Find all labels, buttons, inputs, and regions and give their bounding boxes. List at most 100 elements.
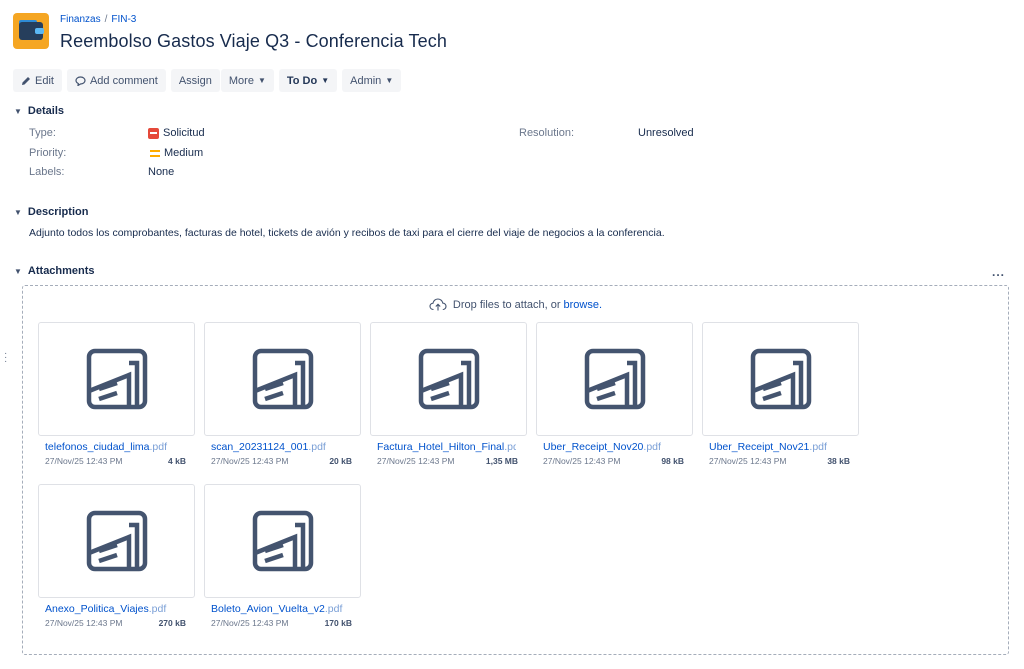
attachment-filename[interactable]: Factura_Hotel_Hilton_Final.pdf [370, 441, 516, 453]
attachment-filename[interactable]: Boleto_Avion_Vuelta_v2.pdf [204, 603, 350, 615]
attachment-card[interactable]: Boleto_Avion_Vuelta_v2.pdf 27/Nov/25 12:… [204, 484, 361, 628]
browse-link[interactable]: browse. [564, 299, 603, 311]
document-icon [252, 510, 313, 572]
attachment-size: 38 kB [827, 456, 850, 466]
document-icon [86, 348, 147, 410]
attachment-size: 4 kB [168, 456, 186, 466]
attachment-date: 27/Nov/25 12:43 PM [45, 456, 123, 466]
attachment-filename[interactable]: scan_20231124_001.pdf [204, 441, 350, 453]
attachment-filename[interactable]: Uber_Receipt_Nov20.pdf [536, 441, 682, 453]
drag-handle-icon[interactable]: · · · [4, 349, 7, 367]
labels-value[interactable]: None [148, 166, 174, 178]
attachment-meta: 27/Nov/25 12:43 PM 170 kB [204, 618, 361, 628]
attachment-basename: telefonos_ciudad_lima [45, 441, 150, 453]
attachment-thumbnail[interactable] [204, 484, 361, 598]
description-text[interactable]: Adjunto todos los comprobantes, facturas… [29, 227, 665, 239]
attachment-basename: Uber_Receipt_Nov20 [543, 441, 644, 453]
description-heading: Description [27, 206, 89, 218]
drop-text: Drop files to attach, or [452, 298, 561, 311]
attachments-section-toggle[interactable]: ▼ Attachments [14, 265, 95, 277]
attachment-thumbnail[interactable] [702, 322, 859, 436]
wallet-clasp [35, 28, 44, 34]
attachment-meta: 27/Nov/25 12:43 PM 98 kB [536, 456, 693, 466]
attachment-card[interactable]: Uber_Receipt_Nov21.pdf 27/Nov/25 12:43 P… [702, 322, 859, 466]
attachment-thumbnail[interactable] [204, 322, 361, 436]
attachment-extension: .pdf [504, 441, 516, 453]
priority-value: Medium [150, 147, 203, 159]
attachments-more-options[interactable]: ... [992, 265, 1005, 279]
attachment-basename: Uber_Receipt_Nov21 [709, 441, 810, 453]
attachment-extension: .pdf [308, 441, 326, 453]
resolution-label: Resolution: [519, 127, 575, 139]
attachment-basename: Factura_Hotel_Hilton_Final [377, 441, 505, 453]
attachment-card[interactable]: Factura_Hotel_Hilton_Final.pdf 27/Nov/25… [370, 322, 527, 466]
project-avatar[interactable] [13, 13, 49, 49]
attachment-thumbnail[interactable] [38, 484, 195, 598]
attachment-card[interactable]: Anexo_Politica_Viajes.pdf 27/Nov/25 12:4… [38, 484, 195, 628]
more-label: More [228, 74, 254, 87]
assign-more-group: Assign More ▼ [170, 69, 274, 92]
type-value: Solicitud [148, 127, 205, 139]
breadcrumb-project-link[interactable]: Finanzas [60, 14, 101, 25]
breadcrumb-separator: / [104, 14, 108, 25]
attachment-meta: 27/Nov/25 12:43 PM 1,35 MB [370, 456, 527, 466]
priority-label: Priority: [29, 147, 67, 159]
add-comment-label: Add comment [89, 74, 158, 87]
request-type-icon [148, 127, 159, 139]
document-icon [418, 348, 479, 410]
description-section-toggle[interactable]: ▼ Description [14, 206, 88, 218]
assign-button[interactable]: Assign [170, 69, 220, 92]
drop-message: Drop files to attach, or browse. [23, 298, 1008, 311]
chevron-down-icon: ▼ [14, 106, 22, 116]
details-section-toggle[interactable]: ▼ Details [14, 105, 64, 117]
attachment-basename: scan_20231124_001 [211, 441, 309, 453]
admin-dropdown[interactable]: Admin ▼ [342, 69, 402, 92]
attachment-date: 27/Nov/25 12:43 PM [211, 456, 289, 466]
chevron-down-icon: ▼ [321, 76, 330, 85]
attachment-card[interactable]: telefonos_ciudad_lima.pdf 27/Nov/25 12:4… [38, 322, 195, 466]
attachment-extension: .pdf [149, 441, 168, 453]
status-dropdown[interactable]: To Do ▼ [278, 69, 338, 92]
add-comment-button[interactable]: Add comment [66, 69, 166, 92]
pencil-icon [22, 76, 30, 85]
document-icon [86, 510, 147, 572]
admin-label: Admin [350, 74, 382, 87]
document-icon [584, 348, 645, 410]
chevron-down-icon: ▼ [14, 207, 22, 217]
attachment-size: 170 kB [324, 618, 352, 628]
issue-title[interactable]: Reembolso Gastos Viaje Q3 - Conferencia … [60, 31, 447, 52]
priority-medium-icon [150, 149, 160, 157]
attachment-filename[interactable]: telefonos_ciudad_lima.pdf [38, 441, 184, 453]
type-value-text: Solicitud [163, 127, 205, 139]
more-dropdown[interactable]: More ▼ [220, 69, 274, 92]
breadcrumb-issue-link[interactable]: FIN-3 [111, 14, 136, 25]
attachment-filename[interactable]: Uber_Receipt_Nov21.pdf [702, 441, 848, 453]
attachment-filename[interactable]: Anexo_Politica_Viajes.pdf [38, 603, 184, 615]
attachment-date: 27/Nov/25 12:43 PM [45, 618, 123, 628]
attachment-size: 98 kB [661, 456, 684, 466]
attachment-thumbnail[interactable] [536, 322, 693, 436]
status-label: To Do [286, 74, 318, 87]
chevron-down-icon: ▼ [385, 76, 394, 85]
priority-value-text: Medium [164, 147, 204, 159]
attachment-thumbnail[interactable] [370, 322, 527, 436]
attachment-basename: Boleto_Avion_Vuelta_v2 [211, 603, 325, 615]
attachment-date: 27/Nov/25 12:43 PM [543, 456, 621, 466]
attachment-card[interactable]: Uber_Receipt_Nov20.pdf 27/Nov/25 12:43 P… [536, 322, 693, 466]
issue-toolbar: Edit Add comment Assign More ▼ To Do ▼ A… [13, 69, 402, 92]
attachment-date: 27/Nov/25 12:43 PM [709, 456, 787, 466]
attachment-basename: Anexo_Politica_Viajes [45, 603, 149, 615]
chevron-down-icon: ▼ [14, 266, 22, 276]
edit-button-label: Edit [35, 74, 54, 87]
details-heading: Details [27, 105, 64, 117]
edit-button[interactable]: Edit [13, 69, 62, 92]
attachment-size: 1,35 MB [485, 456, 518, 466]
attachment-size: 20 kB [329, 456, 352, 466]
comment-icon [75, 75, 86, 86]
document-icon [252, 348, 313, 410]
attachment-thumbnail[interactable] [38, 322, 195, 436]
attachment-card[interactable]: scan_20231124_001.pdf 27/Nov/25 12:43 PM… [204, 322, 361, 466]
attachment-meta: 27/Nov/25 12:43 PM 4 kB [38, 456, 195, 466]
attachment-size: 270 kB [158, 618, 186, 628]
resolution-value: Unresolved [638, 127, 694, 139]
